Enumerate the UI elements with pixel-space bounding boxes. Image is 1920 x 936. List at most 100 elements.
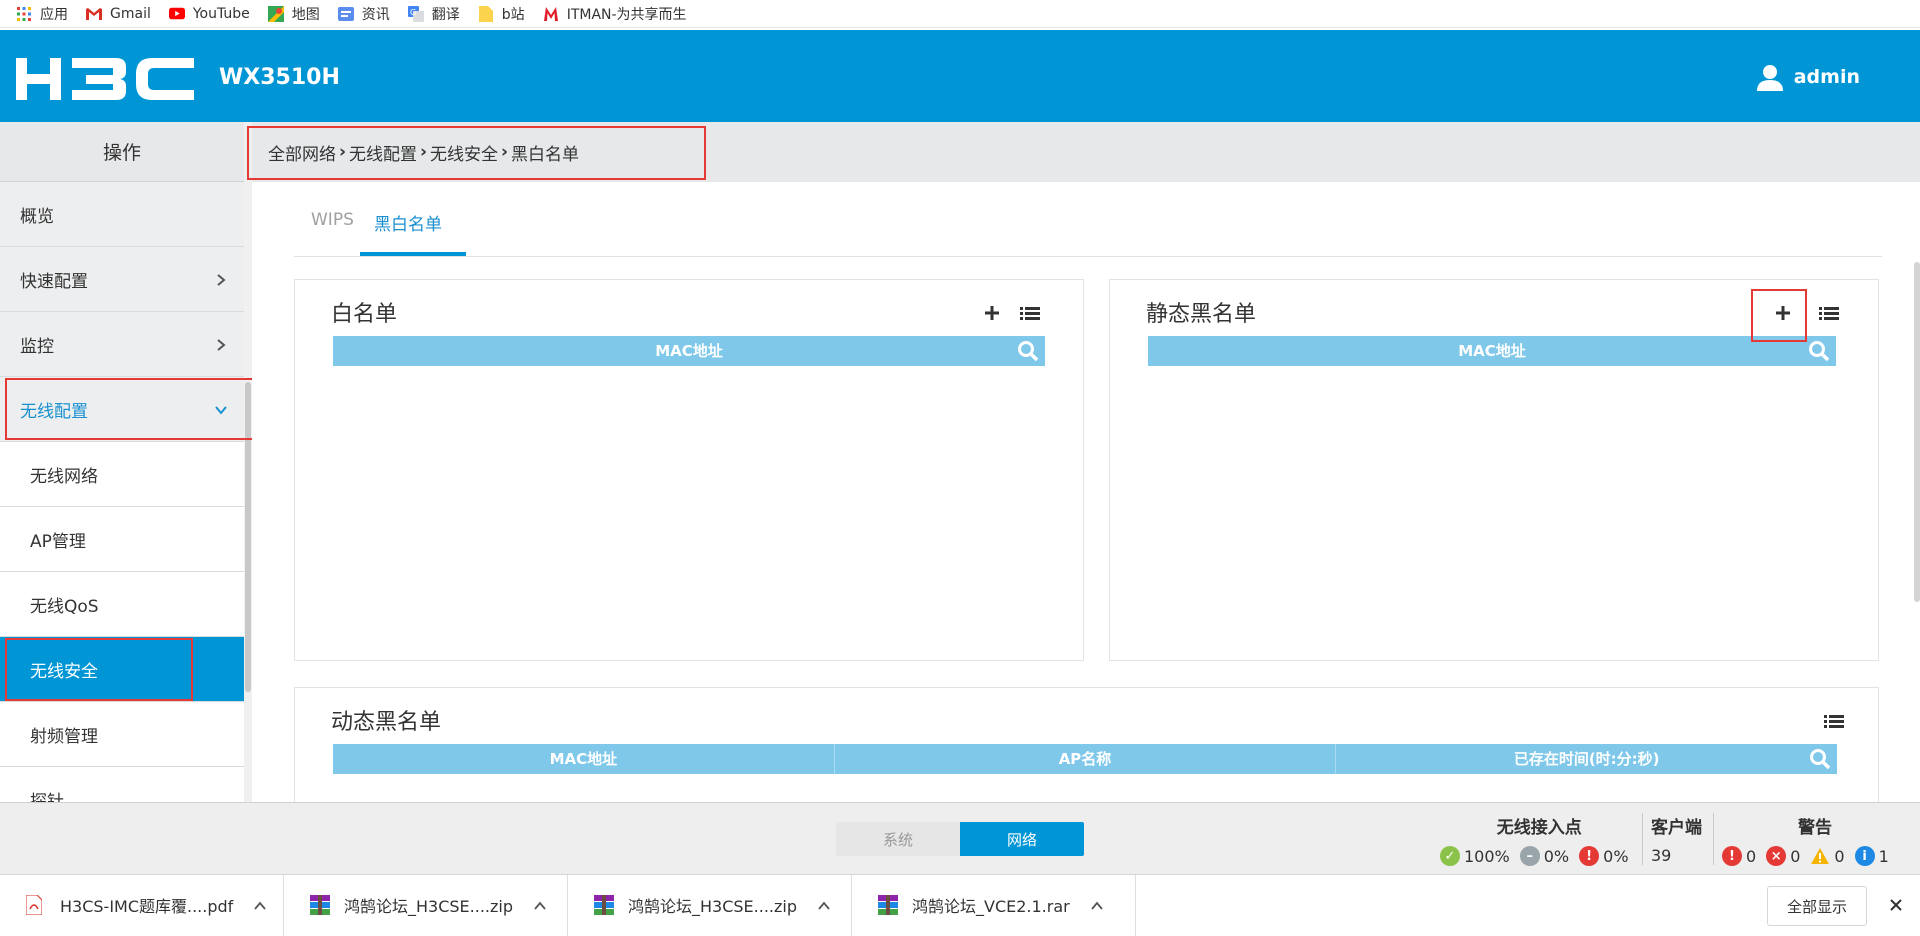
panel-tools (1772, 302, 1840, 324)
column-header[interactable]: 已存在时间(时:分:秒) (1336, 744, 1837, 774)
offline-icon: – (1519, 846, 1540, 866)
bookmark-news[interactable]: 资讯 (337, 0, 390, 28)
pdf-file-icon (25, 894, 43, 916)
scrollbar-thumb[interactable] (245, 382, 251, 692)
bookmark-label: Gmail (110, 5, 151, 22)
sidebar-item-monitor[interactable]: 监控 (0, 312, 244, 377)
major-alarm-icon: × (1766, 846, 1787, 866)
device-model: WX3510H (219, 65, 340, 90)
app-header: WX3510H admin (0, 30, 1920, 122)
bookmark-label: ITMAN-为共享而生 (566, 6, 687, 23)
search-icon[interactable] (1808, 340, 1830, 362)
chevron-right-icon: › (501, 142, 509, 162)
sidebar-item-label: 监控 (20, 336, 54, 357)
dynamic-blacklist-panel: 动态黑名单 MAC地址 AP名称 已存在时间(时:分:秒) (294, 687, 1879, 802)
bookmark-maps[interactable]: 地图 (267, 0, 320, 28)
download-item[interactable]: H3CS-IMC题库覆....pdf (0, 874, 284, 936)
toggle-system[interactable]: 系统 (836, 822, 960, 856)
close-icon[interactable] (1886, 895, 1906, 915)
search-icon[interactable] (1809, 748, 1831, 770)
sidebar-scrollbar[interactable] (244, 122, 252, 802)
tab-blacklist-whitelist[interactable]: 黑白名单 (374, 210, 442, 235)
panel-tools (1823, 710, 1845, 732)
panel-tools (981, 302, 1041, 324)
tab-underline (360, 252, 466, 256)
breadcrumb-item[interactable]: 无线安全 (430, 140, 498, 165)
major-count: 0 (1790, 846, 1801, 866)
list-icon[interactable] (1823, 710, 1845, 732)
sidebar-item-radio-management[interactable]: 射频管理 (0, 702, 244, 767)
sidebar-item-wireless-config[interactable]: 无线配置 (0, 377, 244, 442)
chevron-up-icon[interactable] (817, 898, 831, 912)
bookmark-label: b站 (501, 6, 525, 23)
bookmark-translate[interactable]: G 翻译 (407, 0, 460, 28)
add-icon[interactable] (1772, 302, 1794, 324)
system-network-toggle: 系统 网络 (836, 822, 1084, 856)
maps-icon (267, 5, 284, 22)
toggle-network[interactable]: 网络 (960, 822, 1084, 856)
info-icon: i (1854, 846, 1875, 866)
breadcrumb-item[interactable]: 全部网络 (268, 140, 336, 165)
bookmark-youtube[interactable]: YouTube (168, 0, 250, 28)
client-status[interactable]: 客户端 39 (1651, 813, 1702, 865)
breadcrumb: 全部网络 › 无线配置 › 无线安全 › 黑白名单 (268, 122, 579, 182)
sidebar-item-label: AP管理 (30, 531, 86, 552)
sidebar-item-overview[interactable]: 概览 (0, 182, 244, 247)
client-count: 39 (1651, 846, 1672, 865)
ap-status[interactable]: 无线接入点 ✓ 100% –0% ! 0% (1440, 813, 1639, 866)
apps-grid-icon (16, 6, 32, 22)
panel-title: 动态黑名单 (331, 710, 442, 735)
sidebar-item-wireless-network[interactable]: 无线网络 (0, 442, 244, 507)
column-header[interactable]: MAC地址 (1148, 336, 1836, 366)
bookmark-gmail[interactable]: Gmail (86, 0, 151, 28)
sidebar-item-quick-config[interactable]: 快速配置 (0, 247, 244, 312)
tab-wips[interactable]: WIPS (311, 210, 354, 230)
critical-count: 0 (1746, 846, 1757, 866)
panel-title: 白名单 (331, 302, 398, 327)
list-icon[interactable] (1818, 302, 1840, 324)
chevron-up-icon[interactable] (533, 898, 547, 912)
download-item[interactable]: 鸿鹄论坛_H3CSE....zip (568, 874, 852, 936)
critical-alarm-icon: ! (1722, 846, 1742, 866)
chevron-up-icon[interactable] (253, 898, 267, 912)
download-bar: H3CS-IMC题库覆....pdf 鸿鹄论坛_H3CSE....zip 鸿鹄论… (0, 874, 1920, 936)
column-header[interactable]: AP名称 (835, 744, 1337, 774)
warning-icon (1810, 846, 1830, 866)
show-all-downloads-button[interactable]: 全部显示 (1767, 886, 1867, 926)
breadcrumb-item[interactable]: 无线配置 (349, 140, 417, 165)
sidebar-item-wireless-security[interactable]: 无线安全 (0, 637, 244, 702)
user-menu[interactable]: admin (1755, 62, 1860, 92)
gmail-icon (86, 6, 102, 22)
main-scrollbar[interactable] (1914, 262, 1920, 602)
column-header[interactable]: MAC地址 (333, 336, 1045, 366)
ap-fault-value: 0% (1603, 846, 1629, 866)
bookmark-itman[interactable]: ITMAN-为共享而生 (543, 0, 687, 28)
itman-icon (543, 6, 559, 22)
download-item[interactable]: 鸿鹄论坛_H3CSE....zip (284, 874, 568, 936)
ap-status-title: 无线接入点 (1496, 818, 1582, 838)
list-icon[interactable] (1019, 302, 1041, 324)
download-filename: 鸿鹄论坛_H3CSE....zip (344, 897, 513, 916)
svg-text:G: G (410, 8, 416, 17)
sidebar-item-wireless-qos[interactable]: 无线QoS (0, 572, 244, 637)
search-icon[interactable] (1017, 340, 1039, 362)
youtube-icon (168, 6, 185, 22)
divider (1713, 813, 1714, 865)
sidebar-item-ap-management[interactable]: AP管理 (0, 507, 244, 572)
alarm-status[interactable]: 警告 ! 0 × 0 0 i1 (1722, 813, 1908, 866)
chevron-up-icon[interactable] (1090, 898, 1104, 912)
bookmark-bilibili[interactable]: b站 (478, 0, 525, 28)
folder-icon (478, 5, 494, 22)
archive-file-icon (594, 895, 614, 915)
alarm-status-title: 警告 (1798, 818, 1832, 838)
archive-file-icon (878, 895, 898, 915)
warning-count: 0 (1834, 846, 1845, 866)
add-icon[interactable] (981, 302, 1003, 324)
download-item[interactable]: 鸿鹄论坛_VCE2.1.rar (852, 874, 1136, 936)
info-count: 1 (1878, 846, 1889, 866)
divider (1642, 813, 1643, 865)
bookmark-apps[interactable]: 应用 (16, 0, 68, 28)
ap-ok-value: 100% (1464, 846, 1510, 866)
column-header[interactable]: MAC地址 (333, 744, 835, 774)
sidebar-item-probe[interactable]: 探针 (0, 767, 244, 802)
